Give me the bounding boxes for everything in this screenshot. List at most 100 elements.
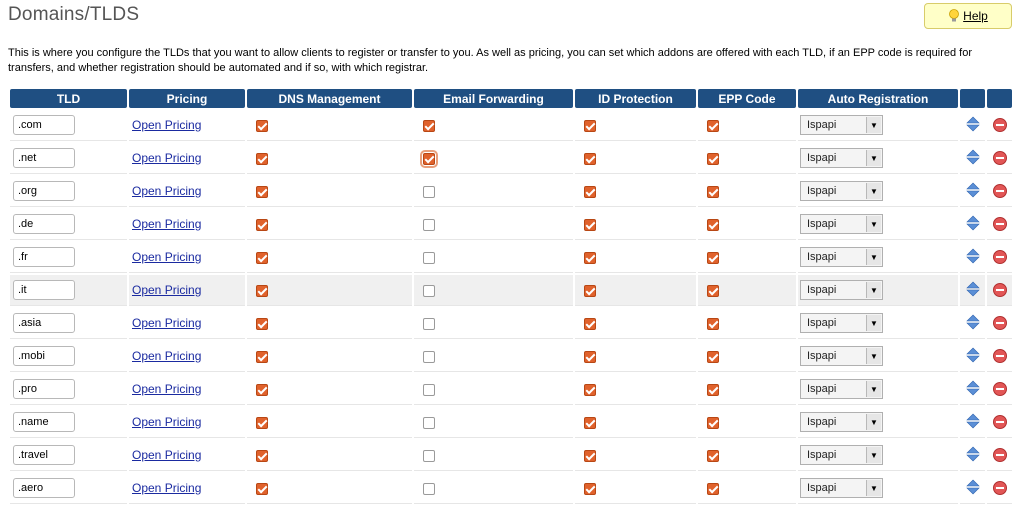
chevron-down-icon[interactable]: ▼ — [866, 348, 881, 364]
dns-management-checkbox[interactable] — [256, 185, 268, 198]
chevron-down-icon[interactable]: ▼ — [866, 282, 881, 298]
id-protection-checkbox[interactable] — [584, 317, 596, 330]
sort-arrows-icon[interactable] — [965, 413, 980, 429]
id-protection-checkbox[interactable] — [584, 251, 596, 264]
tld-input[interactable] — [13, 214, 75, 234]
chevron-down-icon[interactable]: ▼ — [866, 249, 881, 265]
sort-arrows-icon[interactable] — [965, 215, 980, 231]
epp-code-checkbox[interactable] — [707, 482, 719, 495]
dns-management-checkbox[interactable] — [256, 350, 268, 363]
tld-input[interactable] — [13, 478, 75, 498]
sort-arrows-icon[interactable] — [965, 149, 980, 165]
epp-code-checkbox[interactable] — [707, 251, 719, 264]
delete-icon[interactable] — [992, 382, 1007, 397]
registrar-select[interactable]: Ispapi ▼ — [800, 148, 883, 168]
sort-arrows-icon[interactable] — [965, 248, 980, 264]
sort-arrows-icon[interactable] — [965, 182, 980, 198]
email-forwarding-checkbox[interactable] — [423, 119, 435, 132]
tld-input[interactable] — [13, 148, 75, 168]
delete-icon[interactable] — [992, 448, 1007, 463]
tld-input[interactable] — [13, 412, 75, 432]
epp-code-checkbox[interactable] — [707, 416, 719, 429]
delete-icon[interactable] — [992, 151, 1007, 166]
chevron-down-icon[interactable]: ▼ — [866, 381, 881, 397]
open-pricing-link[interactable]: Open Pricing — [132, 382, 201, 396]
dns-management-checkbox[interactable] — [256, 119, 268, 132]
sort-arrows-icon[interactable] — [965, 479, 980, 495]
epp-code-checkbox[interactable] — [707, 449, 719, 462]
email-forwarding-checkbox[interactable] — [423, 251, 435, 264]
registrar-select[interactable]: Ispapi ▼ — [800, 478, 883, 498]
dns-management-checkbox[interactable] — [256, 251, 268, 264]
dns-management-checkbox[interactable] — [256, 317, 268, 330]
tld-input[interactable] — [13, 247, 75, 267]
open-pricing-link[interactable]: Open Pricing — [132, 349, 201, 363]
sort-arrows-icon[interactable] — [965, 281, 980, 297]
open-pricing-link[interactable]: Open Pricing — [132, 448, 201, 462]
id-protection-checkbox[interactable] — [584, 218, 596, 231]
dns-management-checkbox[interactable] — [256, 218, 268, 231]
email-forwarding-checkbox[interactable] — [423, 185, 435, 198]
epp-code-checkbox[interactable] — [707, 152, 719, 165]
id-protection-checkbox[interactable] — [584, 152, 596, 165]
registrar-select[interactable]: Ispapi ▼ — [800, 181, 883, 201]
registrar-select[interactable]: Ispapi ▼ — [800, 247, 883, 267]
id-protection-checkbox[interactable] — [584, 185, 596, 198]
delete-icon[interactable] — [992, 415, 1007, 430]
registrar-select[interactable]: Ispapi ▼ — [800, 412, 883, 432]
help-link[interactable]: Help — [963, 9, 988, 23]
epp-code-checkbox[interactable] — [707, 218, 719, 231]
delete-icon[interactable] — [992, 481, 1007, 496]
dns-management-checkbox[interactable] — [256, 383, 268, 396]
delete-icon[interactable] — [992, 184, 1007, 199]
delete-icon[interactable] — [992, 349, 1007, 364]
registrar-select[interactable]: Ispapi ▼ — [800, 280, 883, 300]
delete-icon[interactable] — [992, 283, 1007, 298]
chevron-down-icon[interactable]: ▼ — [866, 447, 881, 463]
id-protection-checkbox[interactable] — [584, 482, 596, 495]
email-forwarding-checkbox[interactable] — [423, 284, 435, 297]
open-pricing-link[interactable]: Open Pricing — [132, 151, 201, 165]
dns-management-checkbox[interactable] — [256, 482, 268, 495]
open-pricing-link[interactable]: Open Pricing — [132, 118, 201, 132]
dns-management-checkbox[interactable] — [256, 284, 268, 297]
registrar-select[interactable]: Ispapi ▼ — [800, 214, 883, 234]
dns-management-checkbox[interactable] — [256, 449, 268, 462]
email-forwarding-checkbox[interactable] — [420, 149, 438, 168]
tld-input[interactable] — [13, 379, 75, 399]
delete-icon[interactable] — [992, 217, 1007, 232]
epp-code-checkbox[interactable] — [707, 383, 719, 396]
registrar-select[interactable]: Ispapi ▼ — [800, 313, 883, 333]
email-forwarding-checkbox[interactable] — [423, 449, 435, 462]
open-pricing-link[interactable]: Open Pricing — [132, 184, 201, 198]
email-forwarding-checkbox[interactable] — [423, 383, 435, 396]
tld-input[interactable] — [13, 115, 75, 135]
epp-code-checkbox[interactable] — [707, 284, 719, 297]
chevron-down-icon[interactable]: ▼ — [866, 117, 881, 133]
chevron-down-icon[interactable]: ▼ — [866, 414, 881, 430]
tld-input[interactable] — [13, 445, 75, 465]
chevron-down-icon[interactable]: ▼ — [866, 183, 881, 199]
email-forwarding-checkbox[interactable] — [423, 317, 435, 330]
tld-input[interactable] — [13, 181, 75, 201]
id-protection-checkbox[interactable] — [584, 350, 596, 363]
sort-arrows-icon[interactable] — [965, 446, 980, 462]
dns-management-checkbox[interactable] — [256, 152, 268, 165]
registrar-select[interactable]: Ispapi ▼ — [800, 115, 883, 135]
chevron-down-icon[interactable]: ▼ — [866, 216, 881, 232]
email-forwarding-checkbox[interactable] — [423, 482, 435, 495]
open-pricing-link[interactable]: Open Pricing — [132, 415, 201, 429]
delete-icon[interactable] — [992, 118, 1007, 133]
registrar-select[interactable]: Ispapi ▼ — [800, 379, 883, 399]
sort-arrows-icon[interactable] — [965, 116, 980, 132]
chevron-down-icon[interactable]: ▼ — [866, 315, 881, 331]
epp-code-checkbox[interactable] — [707, 350, 719, 363]
sort-arrows-icon[interactable] — [965, 314, 980, 330]
email-forwarding-checkbox[interactable] — [423, 218, 435, 231]
open-pricing-link[interactable]: Open Pricing — [132, 250, 201, 264]
dns-management-checkbox[interactable] — [256, 416, 268, 429]
tld-input[interactable] — [13, 346, 75, 366]
registrar-select[interactable]: Ispapi ▼ — [800, 346, 883, 366]
email-forwarding-checkbox[interactable] — [423, 416, 435, 429]
delete-icon[interactable] — [992, 250, 1007, 265]
